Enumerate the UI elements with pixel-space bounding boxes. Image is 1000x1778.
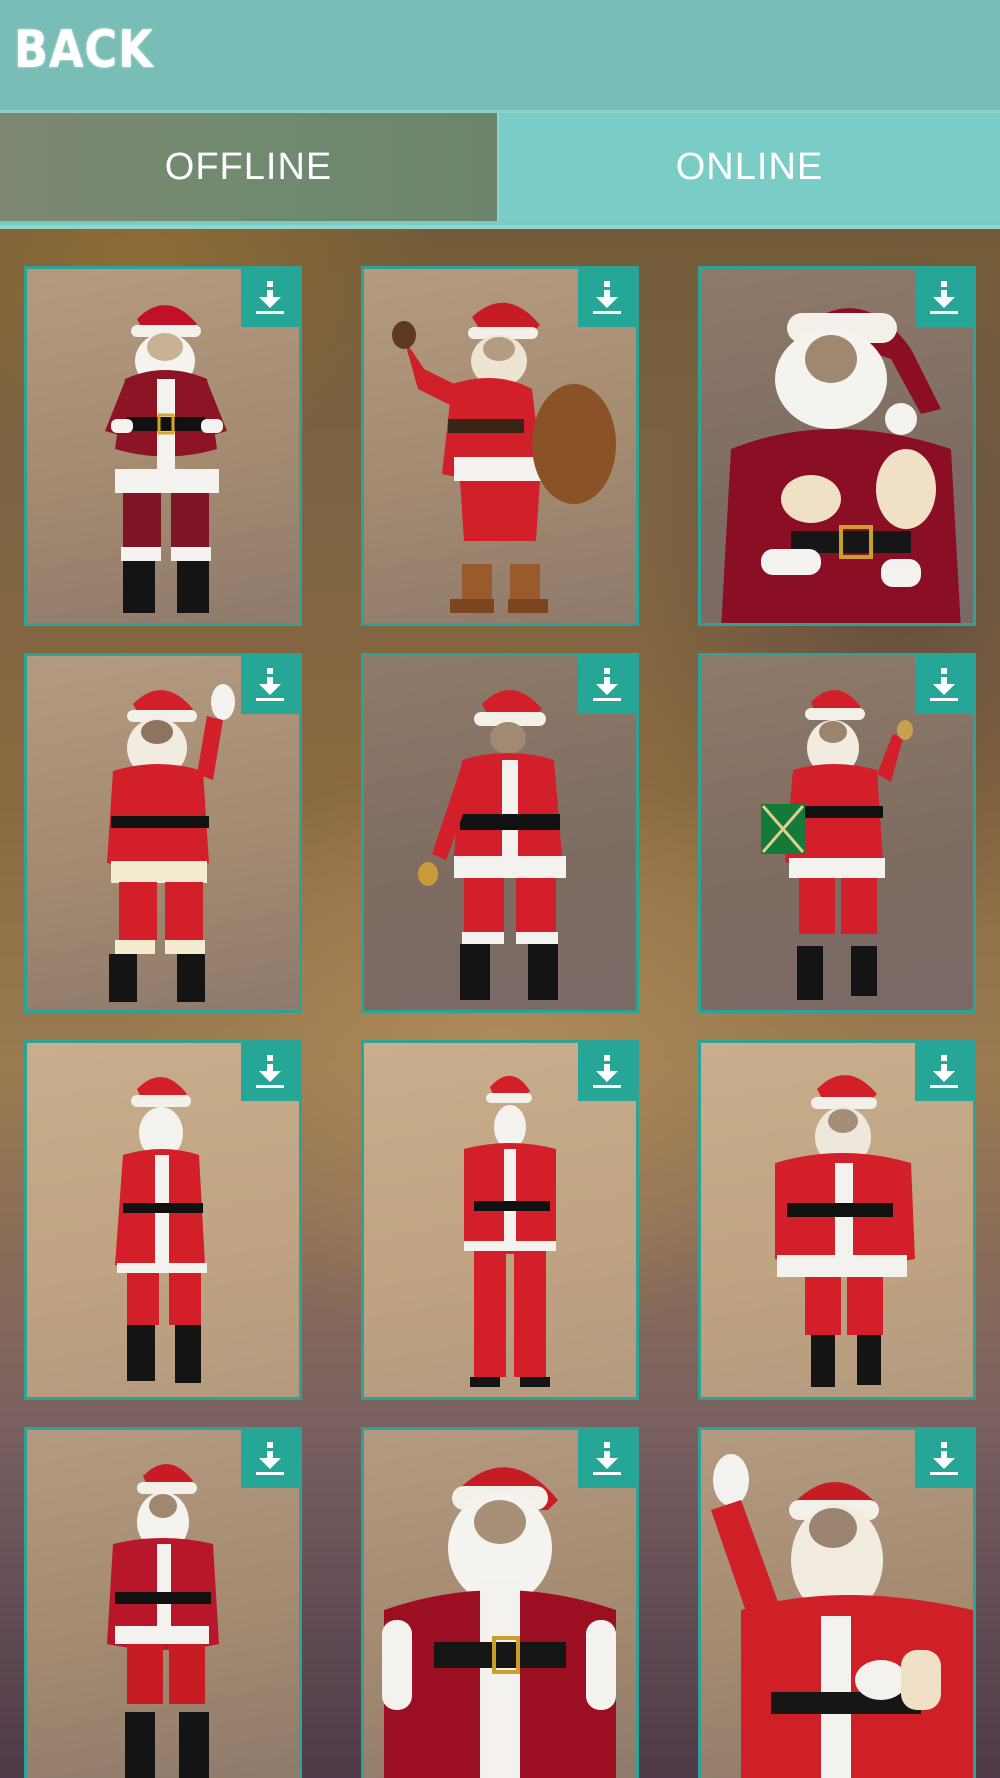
download-icon <box>256 668 284 701</box>
download-icon <box>256 1442 284 1475</box>
tab-online[interactable]: ONLINE <box>499 113 1000 221</box>
back-button[interactable]: BACK <box>14 20 154 80</box>
download-icon <box>256 1055 284 1088</box>
tab-bar: OFFLINE ONLINE <box>0 113 1000 229</box>
download-button[interactable] <box>241 656 299 714</box>
download-button[interactable] <box>578 656 636 714</box>
download-button[interactable] <box>578 269 636 327</box>
download-icon <box>593 281 621 314</box>
costume-card[interactable] <box>698 1427 976 1778</box>
costume-card[interactable] <box>24 266 302 626</box>
costume-card[interactable] <box>698 653 976 1013</box>
costume-card[interactable] <box>24 653 302 1013</box>
download-icon <box>256 281 284 314</box>
download-button[interactable] <box>241 1430 299 1488</box>
download-button[interactable] <box>578 1430 636 1488</box>
tab-offline[interactable]: OFFLINE <box>0 113 499 221</box>
costume-card[interactable] <box>361 1427 639 1778</box>
download-icon <box>930 1055 958 1088</box>
costume-card[interactable] <box>361 653 639 1013</box>
download-icon <box>593 668 621 701</box>
download-button[interactable] <box>241 269 299 327</box>
costume-card[interactable] <box>698 1040 976 1400</box>
download-icon <box>930 1442 958 1475</box>
download-button[interactable] <box>915 269 973 327</box>
download-icon <box>930 281 958 314</box>
download-icon <box>930 668 958 701</box>
download-button[interactable] <box>241 1043 299 1101</box>
costume-card[interactable] <box>361 266 639 626</box>
download-button[interactable] <box>915 1430 973 1488</box>
download-icon <box>593 1055 621 1088</box>
costume-card[interactable] <box>24 1427 302 1778</box>
download-button[interactable] <box>578 1043 636 1101</box>
costume-card[interactable] <box>698 266 976 626</box>
download-button[interactable] <box>915 1043 973 1101</box>
top-bar: BACK <box>0 0 1000 113</box>
download-button[interactable] <box>915 656 973 714</box>
costume-grid <box>0 265 1000 1778</box>
costume-card[interactable] <box>24 1040 302 1400</box>
costume-card[interactable] <box>361 1040 639 1400</box>
download-icon <box>593 1442 621 1475</box>
